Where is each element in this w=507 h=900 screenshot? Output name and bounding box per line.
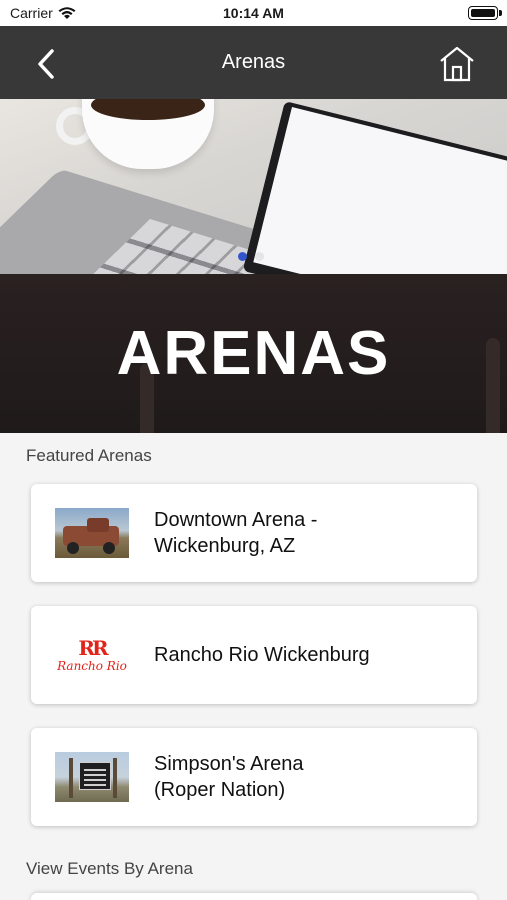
rancho-rio-logo: RR Rancho Rio xyxy=(55,630,129,680)
arena-card-downtown[interactable]: Downtown Arena - Wickenburg, AZ xyxy=(31,484,477,582)
cactus-silhouette xyxy=(486,338,500,433)
view-events-heading: View Events By Arena xyxy=(26,859,193,878)
battery-tip xyxy=(499,10,502,16)
event-list-card-edge[interactable] xyxy=(31,893,477,900)
status-time: 10:14 AM xyxy=(223,5,284,21)
hero-banner: ARENAS xyxy=(0,274,507,433)
arena-name: Simpson's Arena (Roper Nation) xyxy=(154,753,304,801)
navigation-bar: Arenas xyxy=(0,26,507,99)
arena-card-simpsons[interactable]: Simpson's Arena (Roper Nation) xyxy=(31,728,477,826)
hero-carousel-image[interactable] xyxy=(0,99,507,274)
arena-thumbnail-truck xyxy=(55,508,129,558)
featured-arenas-heading: Featured Arenas xyxy=(26,446,152,465)
arena-name: Downtown Arena - Wickenburg, AZ xyxy=(154,509,318,557)
logo-mark: RR xyxy=(78,635,108,660)
laptop-screen-content xyxy=(253,107,507,274)
battery-icon xyxy=(468,6,498,20)
carousel-page-indicator[interactable] xyxy=(238,252,264,261)
arena-card-rancho-rio[interactable]: RR Rancho Rio Rancho Rio Wickenburg xyxy=(31,606,477,704)
carousel-dot[interactable] xyxy=(255,252,264,261)
arena-name: Rancho Rio Wickenburg xyxy=(154,644,370,666)
carousel-dot-active[interactable] xyxy=(238,252,247,261)
page-title: Arenas xyxy=(221,51,286,73)
logo-script: Rancho Rio xyxy=(57,658,127,673)
featured-arena-list: Downtown Arena - Wickenburg, AZ RR Ranch… xyxy=(31,484,477,850)
home-icon xyxy=(440,46,474,82)
status-bar: Carrier 10:14 AM xyxy=(0,0,507,26)
back-button[interactable] xyxy=(26,44,66,84)
home-button[interactable] xyxy=(437,44,477,84)
chevron-left-icon xyxy=(38,49,54,79)
arena-thumbnail-sign xyxy=(55,752,129,802)
banner-title: ARENAS xyxy=(116,319,391,388)
